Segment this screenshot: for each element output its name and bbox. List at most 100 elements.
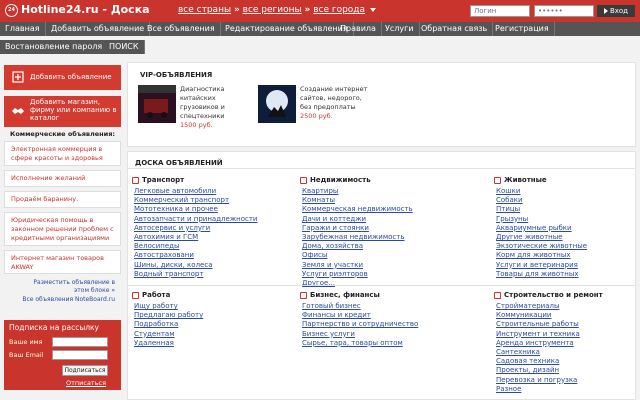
category-link[interactable]: Другое... [302, 279, 450, 288]
category-link[interactable]: Зарубежная недвижимость [302, 233, 450, 242]
add-shop-button[interactable]: Добавить магазин, фирму или компанию в к… [4, 96, 121, 127]
category-link[interactable]: Удаленная [134, 339, 282, 348]
category-link[interactable]: Экзотические животные [496, 242, 640, 251]
category-link[interactable]: Грызуны [496, 215, 640, 224]
category-link[interactable]: Кошки [496, 187, 640, 196]
category-link[interactable]: Готовый бизнес [302, 302, 450, 311]
nav-search[interactable]: ПОИСК [104, 40, 145, 54]
category-title[interactable]: Бизнес, финансы [300, 290, 450, 301]
category-link[interactable]: Аквариумные рыбки [496, 224, 640, 233]
add-ad-button[interactable]: Добавить объявление [4, 65, 121, 90]
category-link[interactable]: Услуги риэлторов [302, 270, 450, 279]
category-link[interactable]: Садовая техника [496, 357, 640, 366]
category-link[interactable]: Подработка [134, 320, 282, 329]
category-link[interactable]: Финансы и кредит [302, 311, 450, 320]
nav-all-ads[interactable]: Все объявления [142, 22, 221, 36]
password-input[interactable] [534, 5, 594, 17]
place-ad-link[interactable]: Разместить объявление в этом блоке » [4, 279, 121, 295]
site-logo-text[interactable]: Hotline24.ru - Доска [21, 3, 150, 16]
category-link[interactable]: Автосервис и услуги [134, 224, 282, 233]
region-regions[interactable]: все регионы [243, 5, 302, 15]
nav-edit-ad[interactable]: Редактирование объявления [220, 22, 354, 36]
category-link[interactable]: Проекты, дизайн [496, 366, 640, 375]
vip-item-2-text: Создание интернет сайтов, недорого, без … [300, 85, 368, 111]
category-link[interactable]: Ищу работу [134, 302, 282, 311]
category-link[interactable]: Предлагаю работу [134, 311, 282, 320]
category-link[interactable]: Коммерческий транспорт [134, 196, 282, 205]
category-link[interactable]: Сырье, тара, товары оптом [302, 339, 450, 348]
category-title[interactable]: Транспорт [132, 175, 282, 186]
vip-item-1[interactable]: Диагностика китайских грузовиков и спецт… [180, 85, 250, 130]
category-title-text: Недвижимость [310, 176, 371, 184]
category-link[interactable]: Дома, хозяйства [302, 242, 450, 251]
category-link[interactable]: Комнаты [302, 196, 450, 205]
category-title[interactable]: Работа [132, 290, 282, 301]
category-link[interactable]: Офисы [302, 251, 450, 260]
category-link[interactable]: Инструмент и техника [496, 330, 640, 339]
commercial-ad-4[interactable]: Юридическая помощь в законном решении пр… [4, 212, 121, 246]
category-link[interactable]: Водный транспорт [134, 270, 282, 279]
chart-icon [300, 291, 307, 299]
category-link[interactable]: Стройматериалы [496, 302, 640, 311]
category-link[interactable]: Велосипеды [134, 242, 282, 251]
category-link[interactable]: Студентам [134, 330, 282, 339]
login-input[interactable] [470, 5, 530, 17]
commercial-ad-2[interactable]: Исполнение желаний [4, 170, 121, 187]
subscribe-name-input[interactable] [52, 337, 108, 347]
category-link[interactable]: Партнерство и сотрудничество [302, 320, 450, 329]
region-countries[interactable]: все страны [178, 5, 231, 15]
nav-register[interactable]: Регистрация [490, 22, 555, 36]
commercial-ad-1[interactable]: Электронная коммерция в сфере красоты и … [4, 141, 121, 166]
vip-image-truck[interactable] [138, 85, 176, 123]
category-link[interactable]: Автозапчасти и принадлежности [134, 215, 282, 224]
category-title[interactable]: Недвижимость [300, 175, 450, 186]
category-link[interactable]: Дачи и коттеджи [302, 215, 450, 224]
category-link[interactable]: Квартиры [302, 187, 450, 196]
commercial-ad-5[interactable]: Интернет магазин товаров AKWAY [4, 250, 121, 274]
vip-image-wolf[interactable] [258, 85, 296, 123]
region-cities[interactable]: все города [313, 5, 365, 15]
unsubscribe-link[interactable]: Отписаться [66, 379, 106, 387]
category-link[interactable]: Корм для животных [496, 251, 640, 260]
login-button[interactable]: Вход [597, 5, 635, 17]
nav-feedback[interactable]: Обратная связь [416, 22, 494, 36]
category-link[interactable]: Гаражи и стоянки [302, 224, 450, 233]
category-link[interactable]: Товары для животных [496, 270, 640, 279]
category-link[interactable]: Автохимия и ГСМ [134, 233, 282, 242]
category-link[interactable]: Разное [496, 385, 640, 394]
nav-home[interactable]: Главная [0, 22, 46, 36]
category-link[interactable]: Услуги и ветеринария [496, 261, 640, 270]
logo-icon[interactable]: 24 [5, 4, 18, 17]
category-link[interactable]: Коммерческая недвижимость [302, 205, 450, 214]
subscribe-email-input[interactable] [52, 350, 108, 360]
commercial-ad-3[interactable]: Продаём баранину. [4, 191, 121, 208]
noteboard-link[interactable]: Все объявления NoteBoard.ru [4, 296, 121, 303]
category-link[interactable]: Земля и участки [302, 261, 450, 270]
vip-card: VIP-ОБЪЯВЛЕНИЯ Диагностика китайских гру… [127, 62, 636, 147]
subscribe-button[interactable]: Подписаться [62, 365, 108, 376]
category-link[interactable]: Бизнес услуги [302, 330, 450, 339]
nav-services[interactable]: Услуги [380, 22, 420, 36]
category-link[interactable]: Сантехника [496, 348, 640, 357]
category-link[interactable]: Другие животные [496, 233, 640, 242]
category-title[interactable]: Животные [494, 175, 640, 186]
nav-rules[interactable]: Правила [335, 22, 382, 36]
category-link[interactable]: Перевозка и погрузка [496, 376, 640, 385]
nav-add-ad[interactable]: Добавить объявление [46, 22, 151, 36]
chevron-down-icon[interactable] [369, 7, 376, 12]
category-link[interactable]: Коммуникации [496, 311, 640, 320]
category-link[interactable]: Аренда инструмента [496, 339, 640, 348]
category-list: Легковые автомобили Коммерческий транспор… [134, 187, 282, 279]
category-link[interactable]: Легковые автомобили [134, 187, 282, 196]
region-sep: » [304, 5, 311, 15]
category-link[interactable]: Птицы [496, 205, 640, 214]
vip-item-2[interactable]: Создание интернет сайтов, недорого, без … [300, 85, 370, 121]
category-link[interactable]: Автостраховани [134, 251, 282, 260]
nav-password-recovery[interactable]: Востановление пароля [0, 40, 109, 54]
region-selector[interactable]: все страны » все регионы » все города [178, 5, 376, 15]
category-title[interactable]: Строительство и ремонт [494, 290, 640, 301]
category-link[interactable]: Шины, диски, колеса [134, 261, 282, 270]
category-link[interactable]: Собаки [496, 196, 640, 205]
category-link[interactable]: Строительные работы [496, 320, 640, 329]
category-link[interactable]: Мототехника и прочее [134, 205, 282, 214]
